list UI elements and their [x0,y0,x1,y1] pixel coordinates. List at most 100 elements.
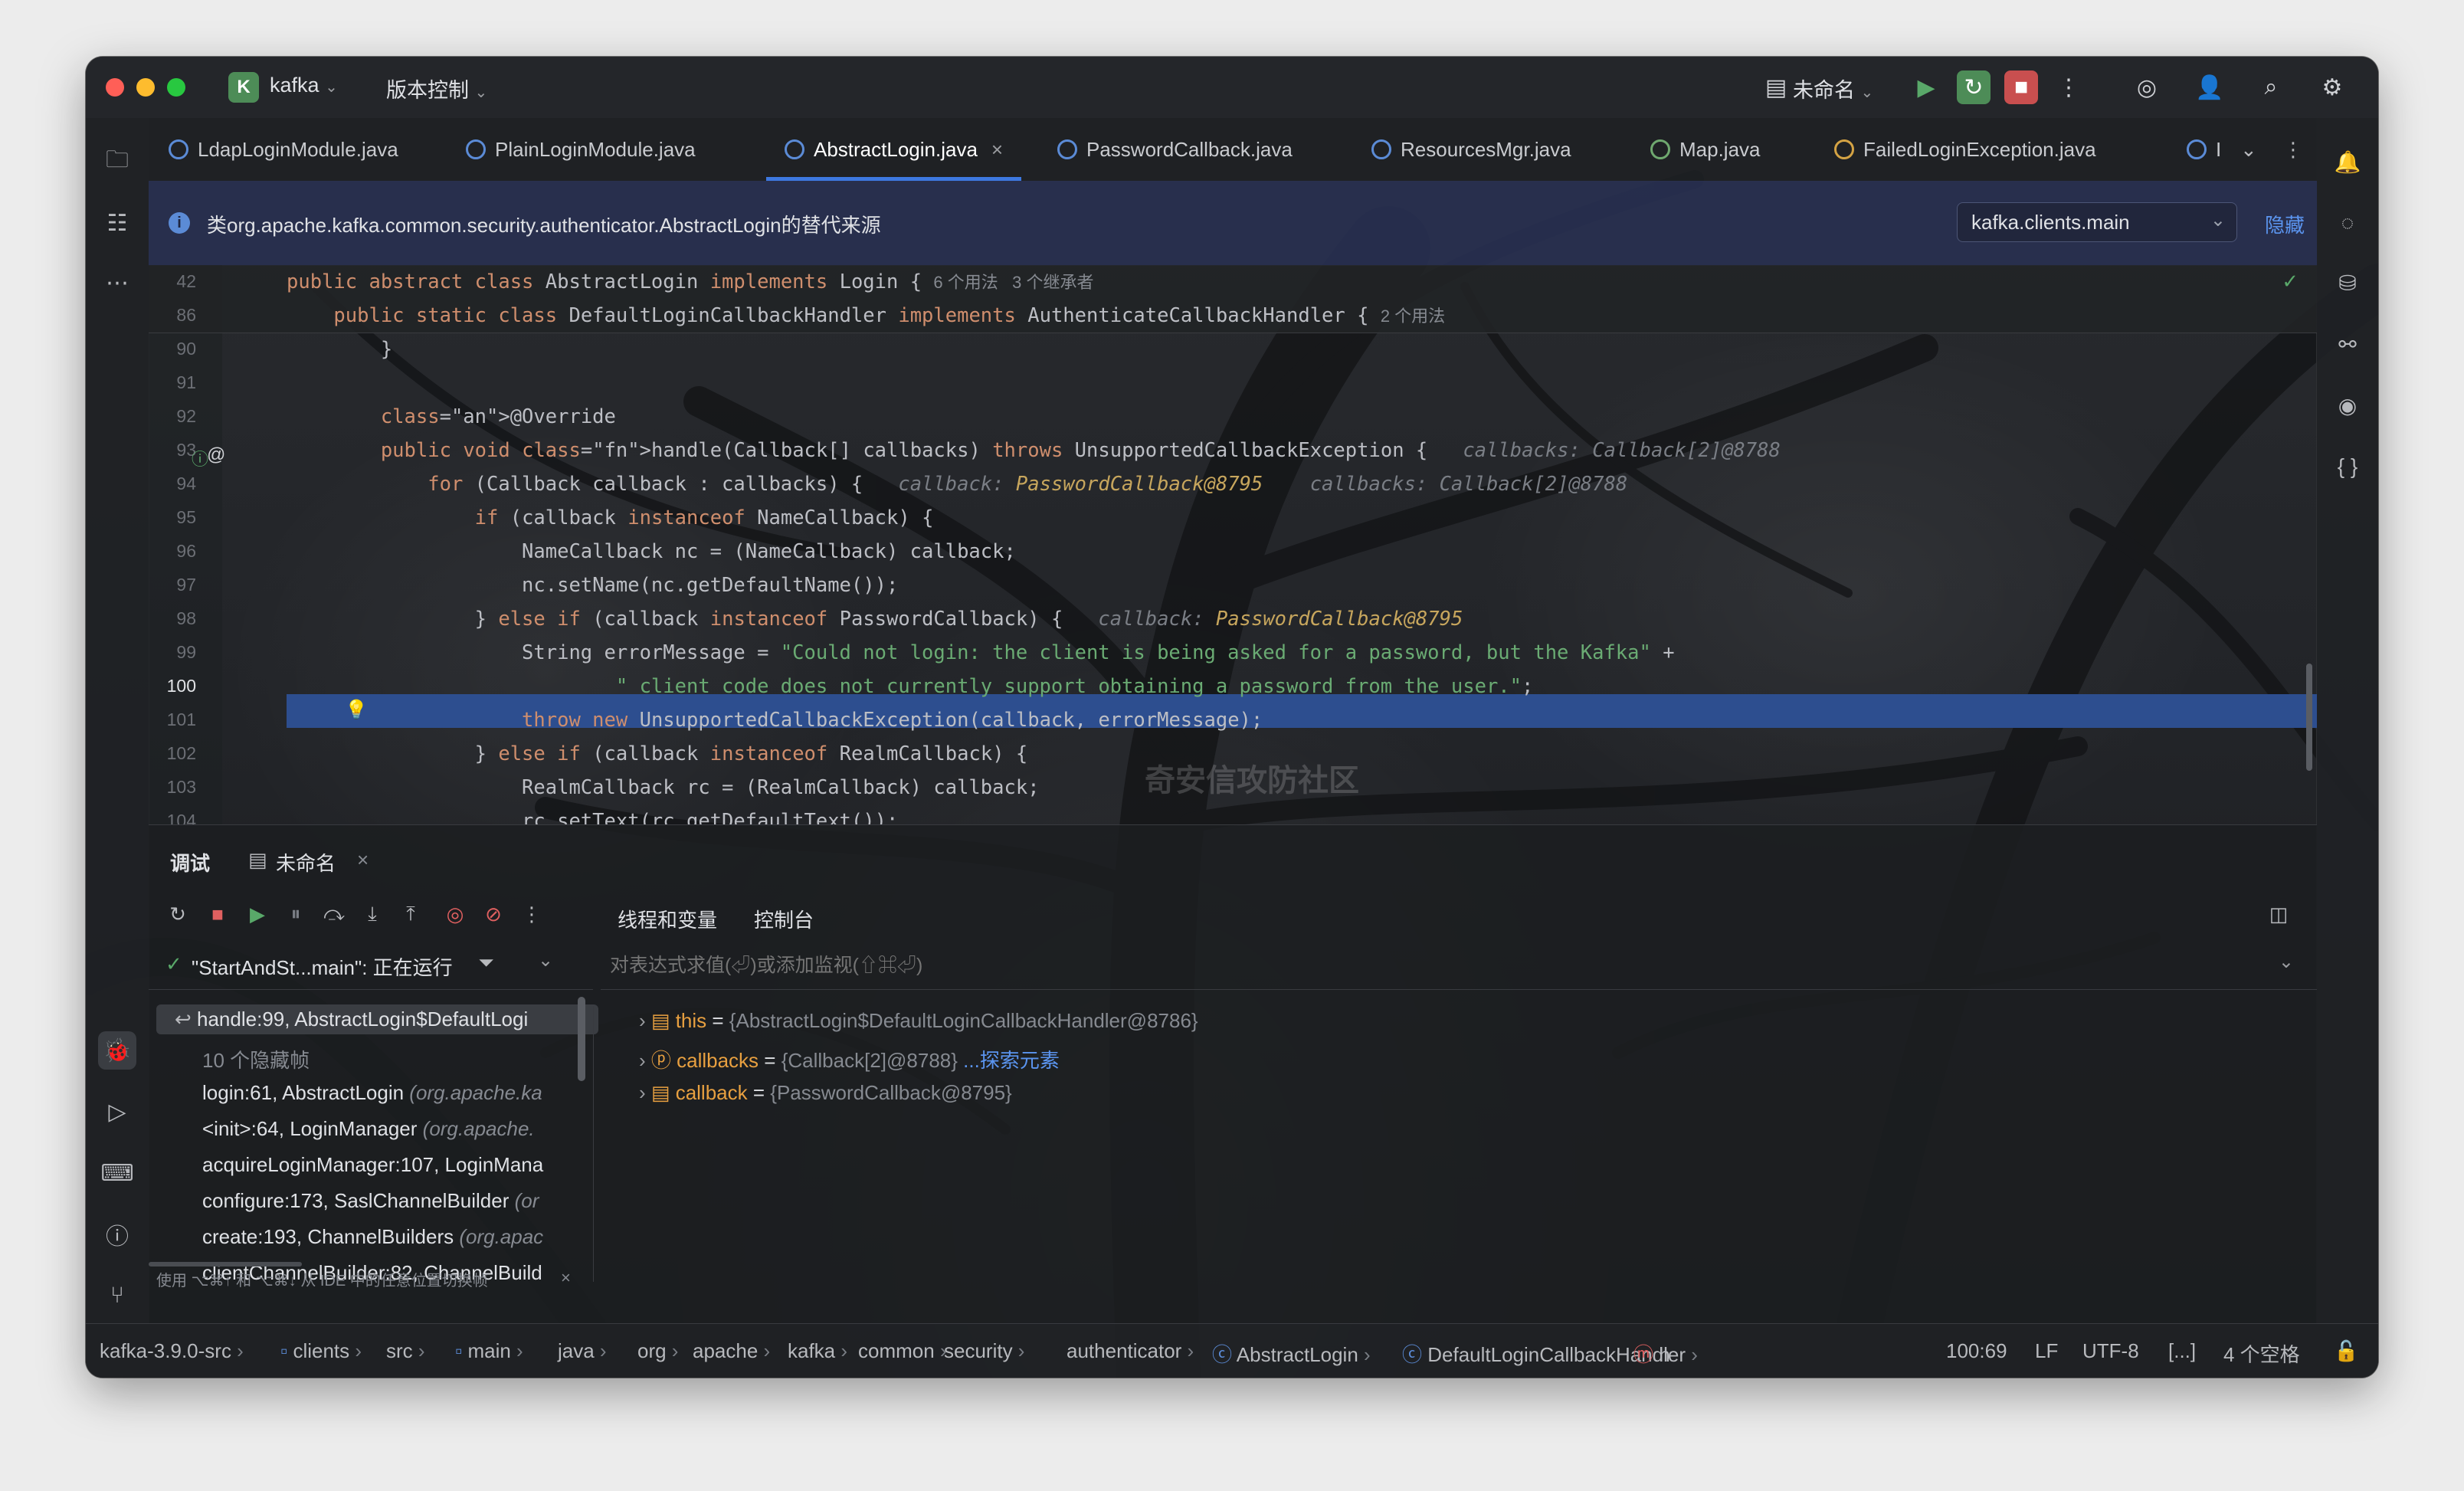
chevron-down-icon[interactable]: ⌄ [2279,951,2294,973]
database-icon[interactable]: ⛁ [2328,264,2367,302]
step-over-icon[interactable]: ⤼ [319,899,349,929]
tab-passwordcallback[interactable]: PasswordCallback.java [1057,118,1293,181]
tab-abstractlogin[interactable]: AbstractLogin.java × [766,118,1022,181]
code-editor[interactable]: 42 public abstract class AbstractLogin i… [149,265,2317,824]
structure-icon[interactable]: ☷ [98,204,136,242]
usages-hint[interactable]: 6 个用法 3 个继承者 [933,273,1093,292]
resume-icon[interactable]: ▶ [1909,70,1943,104]
variable-row[interactable]: › ⓟ callbacks = {Callback[2]@8788} ...探索… [639,1045,1060,1073]
variable-row[interactable]: › ▤ this = {AbstractLogin$DefaultLoginCa… [639,1009,1198,1033]
line-number[interactable]: 99 [149,642,196,663]
tab-plainloginmodule[interactable]: PlainLoginModule.java [466,118,696,181]
line-separator[interactable]: LF [2035,1339,2058,1363]
breadcrumb-item[interactable]: common › [858,1339,947,1363]
implements-gutter-icon[interactable]: ⓘ [192,446,208,470]
tabs-dropdown-icon[interactable]: ⌄ [2240,118,2257,181]
line-number[interactable]: 96 [149,541,196,562]
caret-position[interactable]: 100:69 [1946,1339,2007,1363]
line-number[interactable]: 104 [149,811,196,824]
explore-elements-link[interactable]: ...探索元素 [958,1049,1060,1072]
line-number[interactable]: 100 [149,676,196,696]
more-debug-icon[interactable]: ⋮ [516,899,547,929]
run-config-select[interactable]: 未命名 ⌄ [1793,74,1873,103]
subtab-console[interactable]: 控制台 [754,905,814,933]
line-number[interactable]: 90 [149,339,196,359]
debug-tab-title[interactable]: 调试 [170,848,210,877]
evaluate-input[interactable] [608,949,2220,981]
more-actions-icon[interactable]: ⋮ [2052,70,2086,104]
tab-resourcesmgr[interactable]: ResourcesMgr.java [1371,118,1571,181]
folder-icon[interactable]: 🗀 [98,143,136,181]
indent-setting[interactable]: 4 个空格 [2223,1339,2300,1368]
minimize-window-button[interactable] [136,78,155,97]
filter-icon[interactable]: ⏷ [478,951,494,975]
problems-icon[interactable]: ⓘ [98,1215,136,1253]
line-number[interactable]: 103 [149,777,196,798]
lock-icon[interactable]: 🔓 [2334,1339,2358,1363]
more-tools-icon[interactable]: ⋯ [98,264,136,302]
breadcrumb-item[interactable]: java › [558,1339,607,1363]
rerun-icon[interactable]: ↻ [162,899,193,929]
close-tab-icon[interactable]: × [991,138,1003,162]
gear-icon[interactable]: ⚙ [2315,70,2349,104]
line-number[interactable]: 98 [149,608,196,629]
pause-icon[interactable]: ⏸ [280,899,311,929]
editor-scrollbar[interactable] [2306,664,2312,771]
resume-program-icon[interactable]: ▶ [242,899,273,929]
indent-icon[interactable]: [...] [2168,1339,2196,1363]
override-gutter-icon[interactable]: @ [207,444,225,466]
stop-icon[interactable]: ■ [202,899,233,929]
chevron-down-icon[interactable]: ⌄ [538,949,553,972]
close-hint-icon[interactable]: × [561,1268,571,1288]
rerun-debug-icon[interactable]: ↻ [1957,70,1991,104]
line-number[interactable]: 94 [149,474,196,494]
lightbulb-icon[interactable]: 💡 [345,699,368,721]
file-encoding[interactable]: UTF-8 [2082,1339,2139,1363]
tabs-more-icon[interactable]: ⋮ [2283,118,2303,181]
layout-icon[interactable]: ◫ [2263,899,2294,929]
mute-breakpoints-icon[interactable]: ⊘ [478,899,509,929]
debug-icon[interactable]: 🐞 [98,1031,136,1070]
stop-icon[interactable]: ■ [2004,70,2038,104]
tab-failedloginexception[interactable]: FailedLoginException.java [1834,118,2096,181]
line-number[interactable]: 93 [149,440,196,460]
notifications-icon[interactable]: 🔔 [2328,143,2367,181]
sticky-line-42[interactable]: 42 public abstract class AbstractLogin i… [149,265,2317,299]
step-out-icon[interactable]: ⤒ [395,899,426,929]
debug-session-tab[interactable]: 未命名 [276,848,336,877]
run-icon[interactable]: ▷ [98,1093,136,1131]
search-icon[interactable]: ⌕ [2254,70,2288,104]
services-icon[interactable]: ◉ [2328,386,2367,424]
close-session-icon[interactable]: × [357,848,369,872]
breadcrumb-item[interactable]: src › [386,1339,425,1363]
breadcrumb-item[interactable]: security › [944,1339,1024,1363]
breadcrumb-item[interactable]: ▫ clients › [280,1339,362,1363]
subtab-threads-variables[interactable]: 线程和变量 [618,905,717,933]
breadcrumb-item[interactable]: ⓒ AbstractLogin › [1212,1339,1371,1368]
thread-selector[interactable]: ✓ "StartAndSt...main": 正在运行 ⏷ ⌄ [149,942,593,990]
usages-hint[interactable]: 2 个用法 [1381,306,1445,326]
breadcrumb-item[interactable]: kafka › [788,1339,847,1363]
breadcrumb-item[interactable]: ▫ main › [455,1339,523,1363]
tab-map[interactable]: Map.java [1650,118,1761,181]
zoom-window-button[interactable] [167,78,185,97]
project-badge[interactable]: K [228,72,259,103]
step-into-icon[interactable]: ⤓ [357,899,388,929]
frames-hscrollbar[interactable] [149,1262,302,1267]
line-number[interactable]: 97 [149,575,196,595]
breadcrumb-item[interactable]: kafka-3.9.0-src › [100,1339,244,1363]
ai-assistant-icon[interactable]: ◎ [2130,70,2164,104]
git-icon[interactable]: ⑂ [98,1276,136,1315]
tab-overflow-partial[interactable]: I [2187,118,2221,181]
line-number[interactable]: 91 [149,372,196,393]
view-breakpoints-icon[interactable]: ◎ [440,899,470,929]
module-select[interactable]: kafka.clients.main ⌄ [1957,202,2237,242]
project-widget[interactable]: kafka ⌄ [270,74,338,97]
hide-banner-link[interactable]: 隐藏 [2265,210,2305,238]
breadcrumb-item[interactable]: ⓜ h [1633,1339,1670,1368]
line-number[interactable]: 101 [149,709,196,730]
ai-chat-icon[interactable]: ◌ [2328,204,2367,242]
breadcrumb-item[interactable]: authenticator › [1067,1339,1194,1363]
endpoints-icon[interactable]: ⚯ [2328,325,2367,363]
line-number[interactable]: 102 [149,743,196,764]
